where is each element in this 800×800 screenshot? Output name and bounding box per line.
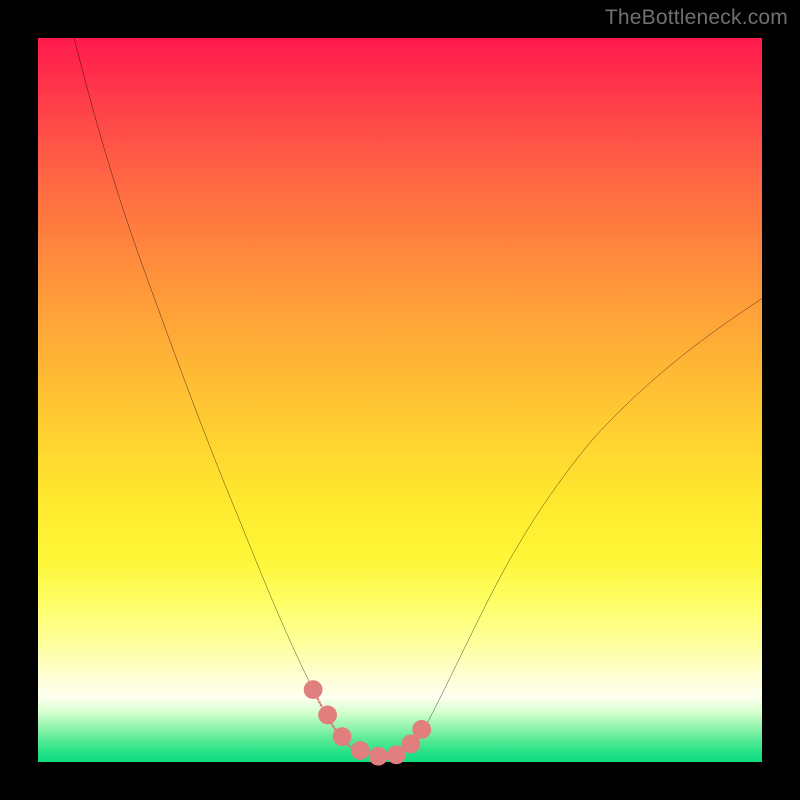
chart-frame: TheBottleneck.com [0,0,800,800]
watermark-text: TheBottleneck.com [605,6,788,30]
curve-path [74,38,762,756]
plot-area [38,38,762,762]
valley-markers [304,680,431,765]
bottleneck-curve-svg [38,38,762,762]
